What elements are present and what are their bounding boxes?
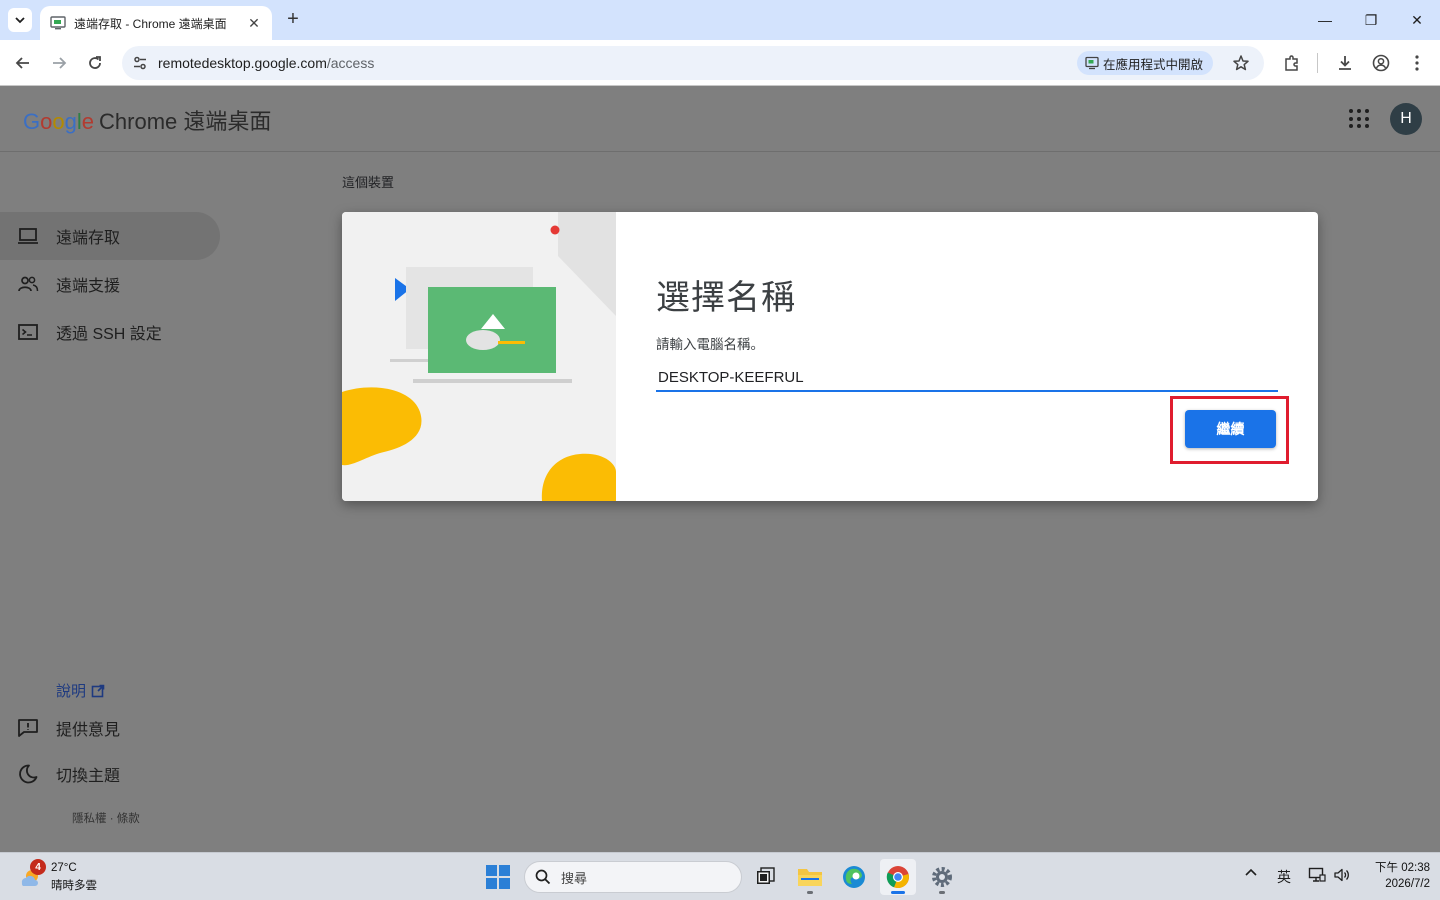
gear-icon	[932, 867, 952, 887]
tab-title: 遠端存取 - Chrome 遠端桌面	[74, 16, 227, 31]
minimize-button[interactable]: —	[1302, 0, 1348, 40]
sidebar-item-label: 透過 SSH 設定	[56, 326, 162, 343]
browser-menu-button[interactable]	[1405, 51, 1429, 75]
google-apps-icon[interactable]	[1346, 107, 1370, 131]
feedback-icon	[17, 717, 39, 739]
account-circle-icon	[1372, 54, 1390, 72]
downloads-button[interactable]	[1333, 51, 1357, 75]
taskbar-file-explorer[interactable]	[792, 859, 828, 895]
feedback-button[interactable]: 提供意見	[0, 704, 220, 752]
running-indicator	[939, 891, 945, 894]
tab-strip: 遠端存取 - Chrome 遠端桌面 ✕ + — ❐ ✕	[0, 0, 1440, 40]
close-window-button[interactable]: ✕	[1394, 0, 1440, 40]
start-button[interactable]	[486, 865, 510, 889]
taskbar-edge[interactable]	[836, 859, 872, 895]
dialog-title: 選擇名稱	[656, 279, 796, 317]
avatar[interactable]: H	[1390, 103, 1422, 135]
site-info-button[interactable]	[130, 53, 150, 73]
sidebar-item-label: 遠端支援	[56, 278, 121, 295]
section-title: 這個裝置	[342, 175, 395, 190]
windows-taskbar: 4 27°C 晴時多雲 搜尋 英 下午 02:38 2026/7/2	[0, 852, 1440, 900]
taskbar-settings[interactable]	[924, 859, 960, 895]
profile-button[interactable]	[1369, 51, 1393, 75]
edge-icon	[843, 866, 865, 888]
open-in-app-icon	[1085, 56, 1099, 70]
chrome-remote-desktop-logo[interactable]: Google Chrome 遠端桌面	[23, 104, 271, 136]
system-clock[interactable]: 下午 02:38 2026/7/2	[1350, 860, 1430, 892]
weather-description: 晴時多雲	[51, 880, 97, 892]
help-link-label: 說明	[56, 683, 87, 700]
extensions-button[interactable]	[1280, 51, 1304, 75]
arrow-left-icon	[15, 57, 29, 69]
tab-close-icon[interactable]: ✕	[246, 15, 262, 31]
network-icon[interactable]	[1308, 867, 1326, 883]
tab-search-button[interactable]	[8, 8, 32, 32]
privacy-terms-links[interactable]: 隱私權 · 條款	[72, 810, 140, 826]
people-icon	[17, 273, 39, 295]
url-host: remotedesktop.google.com	[158, 55, 327, 71]
puzzle-icon	[1285, 55, 1298, 71]
feedback-label: 提供意見	[56, 722, 121, 739]
search-icon	[535, 869, 551, 885]
computer-illustration	[342, 212, 616, 501]
star-icon	[1233, 55, 1249, 71]
help-link[interactable]: 說明	[56, 680, 105, 701]
sidebar-item-remote-access[interactable]: 遠端存取	[0, 212, 220, 260]
sidebar-item-remote-support[interactable]: 遠端支援	[0, 260, 220, 308]
weather-notification-badge: 4	[30, 859, 46, 875]
weather-temperature: 27°C	[51, 862, 77, 874]
search-placeholder: 搜尋	[561, 870, 588, 886]
product-name: Chrome 遠端桌面	[99, 109, 272, 134]
sidebar-item-ssh[interactable]: 透過 SSH 設定	[0, 308, 220, 356]
download-icon	[1339, 56, 1351, 70]
dialog-prompt: 請輸入電腦名稱。	[656, 337, 764, 352]
browser-toolbar: remotedesktop.google.com/access 在應用程式中開啟	[0, 40, 1440, 86]
folder-icon	[798, 869, 822, 886]
url-path: /access	[326, 55, 375, 71]
chrome-icon	[886, 866, 909, 889]
taskbar-chrome[interactable]	[880, 859, 916, 895]
show-hidden-icons-button[interactable]	[1244, 867, 1258, 877]
app-header: Google Chrome 遠端桌面 H	[0, 86, 1440, 152]
back-button[interactable]	[11, 51, 35, 75]
toolbar-divider	[1317, 53, 1318, 73]
open-in-app-label: 在應用程式中開啟	[1103, 57, 1204, 72]
address-bar[interactable]: remotedesktop.google.com/access 在應用程式中開啟	[122, 46, 1264, 80]
chevron-down-icon	[15, 17, 25, 24]
laptop-icon	[17, 225, 39, 247]
toggle-theme-label: 切換主題	[56, 768, 121, 785]
input-method-indicator[interactable]: 英	[1277, 867, 1291, 887]
reload-icon	[89, 56, 101, 69]
weather-widget[interactable]: 4 27°C 晴時多雲	[14, 859, 124, 895]
clock-date: 2026/7/2	[1385, 878, 1430, 890]
toggle-theme-button[interactable]: 切換主題	[0, 750, 220, 798]
new-tab-button[interactable]: +	[282, 8, 304, 30]
sidebar-item-label: 遠端存取	[56, 230, 121, 247]
browser-tab-active[interactable]: 遠端存取 - Chrome 遠端桌面 ✕	[40, 6, 272, 40]
remote-desktop-favicon-icon	[50, 16, 66, 30]
maximize-button[interactable]: ❐	[1348, 0, 1394, 40]
terminal-icon	[17, 321, 39, 343]
taskbar-search[interactable]: 搜尋	[524, 861, 742, 893]
task-view-button[interactable]	[747, 859, 783, 895]
open-in-new-icon	[91, 684, 105, 697]
reload-button[interactable]	[83, 51, 107, 75]
more-vert-icon	[1415, 55, 1419, 71]
bookmark-button[interactable]	[1230, 52, 1252, 74]
chevron-up-icon	[1245, 868, 1257, 876]
running-indicator	[891, 891, 905, 894]
highlight-annotation	[1170, 396, 1289, 464]
computer-name-input[interactable]	[656, 364, 1278, 392]
open-in-app-chip[interactable]: 在應用程式中開啟	[1077, 51, 1214, 75]
arrow-right-icon	[53, 57, 67, 69]
volume-icon[interactable]	[1333, 867, 1351, 883]
running-indicator	[807, 891, 813, 894]
tune-icon	[134, 56, 146, 70]
clock-time: 下午 02:38	[1375, 862, 1430, 874]
forward-button[interactable]	[47, 51, 71, 75]
url-text: remotedesktop.google.com/access	[158, 55, 374, 71]
task-view-icon	[757, 867, 775, 884]
moon-icon	[17, 763, 39, 785]
